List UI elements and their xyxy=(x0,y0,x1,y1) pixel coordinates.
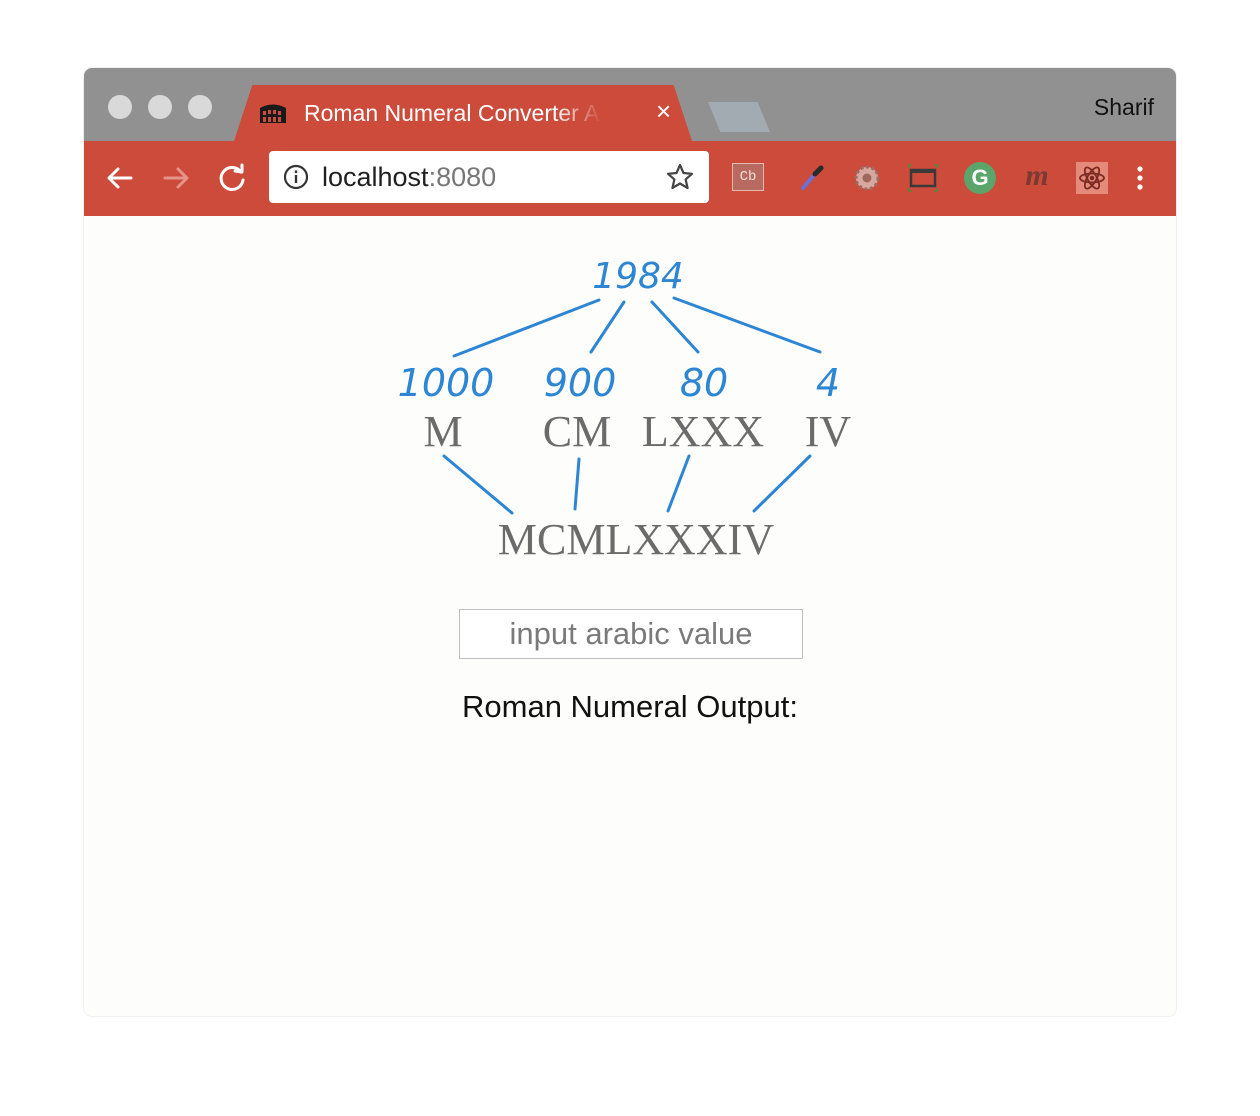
tab-roman-numeral-converter[interactable]: Roman Numeral Converter App × xyxy=(234,85,692,141)
new-tab-button[interactable] xyxy=(708,102,770,132)
grammarly-icon[interactable]: G xyxy=(964,162,996,194)
url-text[interactable]: localhost:8080 xyxy=(322,162,496,193)
colosseum-icon xyxy=(260,104,286,123)
reload-icon[interactable] xyxy=(215,161,249,195)
address-bar[interactable]: localhost:8080 xyxy=(269,151,709,203)
join-lines xyxy=(442,454,812,515)
star-bookmark-icon[interactable] xyxy=(665,162,695,192)
roman-part: CM xyxy=(543,407,611,456)
browser-window: Roman Numeral Converter App × Sharif loc… xyxy=(84,68,1176,1016)
m-extension-icon[interactable]: m xyxy=(1020,161,1054,195)
maximize-window-button[interactable] xyxy=(188,95,212,119)
join-line xyxy=(573,457,581,511)
eyedropper-icon[interactable] xyxy=(794,161,828,195)
roman-part: M xyxy=(423,407,462,456)
arabic-part: 1000 xyxy=(398,361,495,405)
roman-result: MCMLXXXIV xyxy=(498,515,774,564)
join-line xyxy=(752,454,812,513)
info-icon[interactable] xyxy=(283,164,309,190)
more-menu-icon[interactable] xyxy=(1123,161,1157,195)
arabic-part: 4 xyxy=(816,361,840,405)
roman-part: LXXX xyxy=(642,407,764,456)
browser-titlebar: Roman Numeral Converter App × Sharif xyxy=(84,68,1176,141)
window-capture-icon[interactable] xyxy=(906,161,940,195)
page-content: 1984 1000 900 80 4 M CM LXXX IV MCMLXXXI… xyxy=(84,216,1176,1016)
close-window-button[interactable] xyxy=(108,95,132,119)
conversion-diagram: 1984 1000 900 80 4 M CM LXXX IV MCMLXXXI… xyxy=(398,256,852,564)
arabic-value-input[interactable] xyxy=(459,609,803,659)
arabic-part: 900 xyxy=(544,361,617,405)
url-port: :8080 xyxy=(428,162,497,192)
roman-part: IV xyxy=(805,407,852,456)
roman-output-label: Roman Numeral Output: xyxy=(462,689,798,724)
split-line xyxy=(452,298,601,358)
join-line xyxy=(442,454,514,515)
react-devtools-icon[interactable] xyxy=(1075,161,1109,195)
split-line xyxy=(672,296,822,354)
split-lines xyxy=(452,296,822,358)
forward-arrow-icon[interactable] xyxy=(159,161,193,195)
back-arrow-icon[interactable] xyxy=(103,161,137,195)
url-host: localhost xyxy=(322,162,429,192)
arabic-part: 80 xyxy=(680,361,728,405)
cb-extension-icon[interactable]: Cb xyxy=(732,163,764,191)
split-line xyxy=(650,300,700,354)
join-line xyxy=(666,454,691,513)
minimize-window-button[interactable] xyxy=(148,95,172,119)
gear-icon[interactable] xyxy=(850,161,884,195)
browser-toolbar: localhost:8080 Cb G m xyxy=(84,141,1176,216)
tab-title: Roman Numeral Converter App xyxy=(304,100,602,126)
split-line xyxy=(589,300,626,354)
tab-close-button[interactable]: × xyxy=(656,97,671,125)
profile-name[interactable]: Sharif xyxy=(1094,94,1154,121)
year-value: 1984 xyxy=(592,256,684,297)
